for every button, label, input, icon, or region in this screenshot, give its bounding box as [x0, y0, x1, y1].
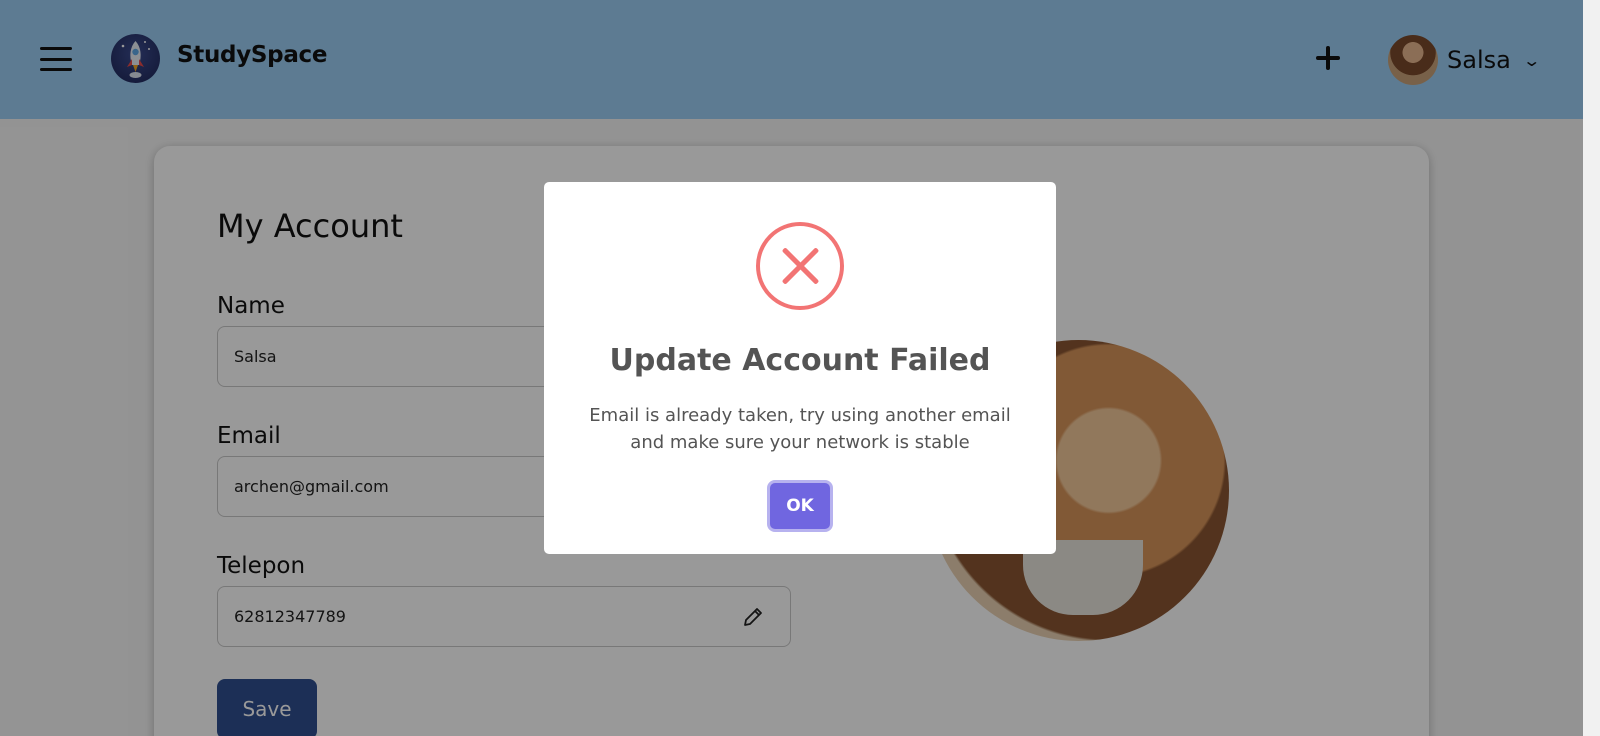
dialog-message: Email is already taken, try using anothe… [589, 405, 1011, 453]
ok-button[interactable]: OK [770, 483, 830, 529]
vertical-scrollbar[interactable] [1583, 0, 1600, 736]
error-x-icon [756, 222, 844, 310]
page: StudySpace Salsa ⌄ My Account Name Salsa… [0, 0, 1583, 736]
dialog-title: Update Account Failed [609, 343, 991, 378]
error-dialog: Update Account Failed Email is already t… [544, 182, 1056, 554]
